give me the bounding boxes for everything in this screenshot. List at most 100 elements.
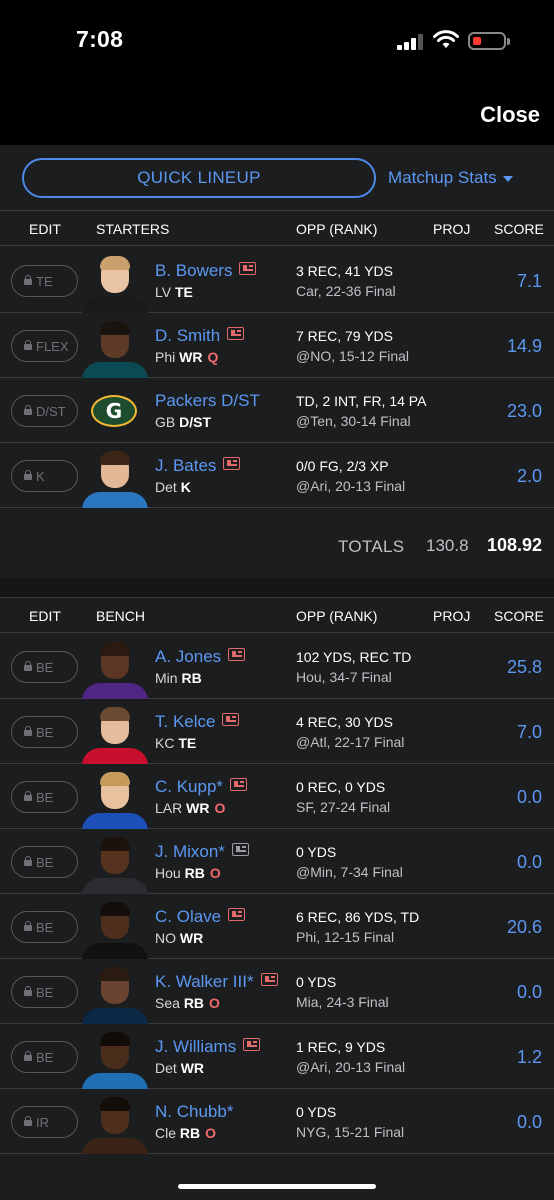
- bench-row[interactable]: BE K. Walker III* Sea RB O 0 YDS Mia, 24-…: [0, 959, 554, 1024]
- player-name[interactable]: J. Mixon*: [155, 842, 249, 862]
- slot-button[interactable]: TE: [11, 265, 78, 297]
- player-name[interactable]: N. Chubb*: [155, 1102, 233, 1122]
- player-name[interactable]: T. Kelce: [155, 712, 240, 732]
- totals-label: TOTALS: [338, 537, 405, 556]
- game-result: Mia, 24-3 Final: [296, 994, 389, 1010]
- slot-button[interactable]: BE: [11, 976, 78, 1008]
- player-name[interactable]: B. Bowers: [155, 261, 257, 281]
- player-score[interactable]: 23.0: [507, 401, 542, 422]
- news-icon[interactable]: [228, 908, 246, 921]
- status-time: 7:08: [76, 26, 124, 52]
- slot-button[interactable]: FLEX: [11, 330, 78, 362]
- matchup-stats-dropdown[interactable]: Matchup Stats: [388, 168, 513, 188]
- player-headshot: [80, 446, 150, 508]
- bench-row[interactable]: BE C. Olave NO WR 6 REC, 86 YDS, TD Phi,…: [0, 894, 554, 959]
- player-score[interactable]: 1.2: [517, 1047, 542, 1068]
- header-proj: PROJ: [433, 221, 471, 237]
- starter-row[interactable]: FLEX D. Smith Phi WR Q 7 REC, 79 YDS @NO,…: [0, 313, 554, 378]
- game-result: @Min, 7-34 Final: [296, 864, 403, 880]
- game-stats: 102 YDS, REC TD: [296, 649, 412, 665]
- news-icon[interactable]: [239, 262, 257, 275]
- bench-row[interactable]: IR N. Chubb* Cle RB O 0 YDS NYG, 15-21 Fi…: [0, 1089, 554, 1154]
- player-score[interactable]: 7.1: [517, 271, 542, 292]
- bench-row[interactable]: BE J. Mixon* Hou RB O 0 YDS @Min, 7-34 Fi…: [0, 829, 554, 894]
- player-team-position: Det WR: [155, 1060, 205, 1076]
- injury-status: O: [209, 865, 221, 881]
- lock-icon: [24, 1116, 32, 1126]
- player-headshot: [80, 832, 150, 894]
- news-icon[interactable]: [230, 778, 248, 791]
- player-name[interactable]: K. Walker III*: [155, 972, 278, 992]
- slot-button[interactable]: BE: [11, 846, 78, 878]
- slot-button[interactable]: BE: [11, 651, 78, 683]
- news-icon[interactable]: [222, 713, 240, 726]
- slot-button[interactable]: BE: [11, 781, 78, 813]
- player-team-position: Hou RB O: [155, 865, 221, 881]
- slot-button[interactable]: K: [11, 460, 78, 492]
- quick-lineup-button[interactable]: QUICK LINEUP: [22, 158, 376, 198]
- player-headshot: [80, 251, 150, 313]
- player-score[interactable]: 0.0: [517, 982, 542, 1003]
- lock-icon: [24, 275, 32, 285]
- player-score[interactable]: 0.0: [517, 787, 542, 808]
- injury-status: O: [214, 800, 226, 816]
- lock-icon: [24, 791, 32, 801]
- lock-icon: [24, 921, 32, 931]
- player-name[interactable]: Packers D/ST: [155, 391, 260, 411]
- game-result: @Atl, 22-17 Final: [296, 734, 405, 750]
- player-headshot: [80, 316, 150, 378]
- news-icon[interactable]: [223, 457, 241, 470]
- player-headshot: [80, 897, 150, 959]
- starters-table-header: EDIT STARTERS OPP (RANK) PROJ SCORE: [0, 210, 554, 246]
- bench-row[interactable]: BE J. Williams Det WR 1 REC, 9 YDS @Ari,…: [0, 1024, 554, 1089]
- header-score: SCORE: [494, 221, 544, 237]
- player-headshot: [80, 702, 150, 764]
- lock-icon: [24, 856, 32, 866]
- player-name[interactable]: J. Bates: [155, 456, 241, 476]
- starter-row[interactable]: K J. Bates Det K 0/0 FG, 2/3 XP @Ari, 20…: [0, 443, 554, 508]
- news-icon[interactable]: [228, 648, 246, 661]
- home-indicator[interactable]: [178, 1184, 376, 1189]
- player-name[interactable]: A. Jones: [155, 647, 246, 667]
- player-name[interactable]: C. Kupp*: [155, 777, 248, 797]
- bench-row[interactable]: BE C. Kupp* LAR WR O 0 REC, 0 YDS SF, 27-…: [0, 764, 554, 829]
- player-name[interactable]: J. Williams: [155, 1037, 261, 1057]
- header-score: SCORE: [494, 608, 544, 624]
- header-opp-rank: OPP (RANK): [296, 221, 378, 237]
- slot-button[interactable]: BE: [11, 911, 78, 943]
- news-icon[interactable]: [231, 843, 249, 856]
- player-name[interactable]: D. Smith: [155, 326, 245, 346]
- game-result: SF, 27-24 Final: [296, 799, 391, 815]
- wifi-icon: [433, 30, 459, 48]
- slot-button[interactable]: BE: [11, 1041, 78, 1073]
- slot-button[interactable]: BE: [11, 716, 78, 748]
- chevron-down-icon: [502, 175, 513, 182]
- bench-row[interactable]: BE A. Jones Min RB 102 YDS, REC TD Hou, …: [0, 634, 554, 699]
- player-team-position: Det K: [155, 479, 191, 495]
- news-icon[interactable]: [243, 1038, 261, 1051]
- starter-row[interactable]: D/ST G Packers D/ST GB D/ST TD, 2 INT, F…: [0, 378, 554, 443]
- news-icon[interactable]: [227, 327, 245, 340]
- player-score[interactable]: 25.8: [507, 657, 542, 678]
- news-icon[interactable]: [260, 973, 278, 986]
- starter-row[interactable]: TE B. Bowers LV TE 3 REC, 41 YDS Car, 22…: [0, 248, 554, 313]
- game-result: Phi, 12-15 Final: [296, 929, 395, 945]
- slot-button[interactable]: D/ST: [11, 395, 78, 427]
- player-score[interactable]: 7.0: [517, 722, 542, 743]
- player-score[interactable]: 0.0: [517, 852, 542, 873]
- player-name[interactable]: C. Olave: [155, 907, 246, 927]
- lock-icon: [24, 470, 32, 480]
- action-row: QUICK LINEUP Matchup Stats: [0, 145, 554, 210]
- game-result: NYG, 15-21 Final: [296, 1124, 405, 1140]
- player-score[interactable]: 20.6: [507, 917, 542, 938]
- lock-icon: [24, 726, 32, 736]
- player-team-position: Min RB: [155, 670, 202, 686]
- lock-icon: [24, 1051, 32, 1061]
- player-score[interactable]: 14.9: [507, 336, 542, 357]
- player-score[interactable]: 2.0: [517, 466, 542, 487]
- bench-row[interactable]: BE T. Kelce KC TE 4 REC, 30 YDS @Atl, 22…: [0, 699, 554, 764]
- close-button[interactable]: Close: [480, 102, 540, 128]
- slot-button[interactable]: IR: [11, 1106, 78, 1138]
- player-headshot: [80, 767, 150, 829]
- player-score[interactable]: 0.0: [517, 1112, 542, 1133]
